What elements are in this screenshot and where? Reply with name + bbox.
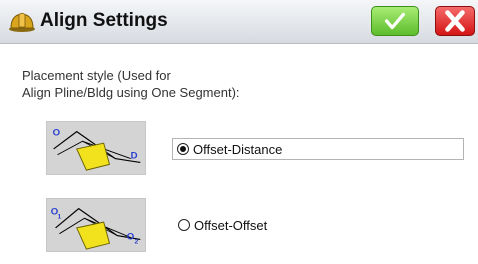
radio-offset-distance[interactable] xyxy=(177,143,189,155)
offset-distance-diagram-icon[interactable]: O D xyxy=(46,121,146,175)
hardhat-icon xyxy=(8,8,36,36)
window-title: Align Settings xyxy=(40,10,168,31)
settings-content: Placement style (Used for Align Pline/Bl… xyxy=(0,44,478,264)
checkmark-icon xyxy=(384,12,406,30)
option-label: Offset-Distance xyxy=(193,141,283,157)
ok-button[interactable] xyxy=(371,6,419,36)
title-bar: Align Settings xyxy=(0,0,478,44)
diagram-label: 1 xyxy=(57,213,61,220)
placement-style-description: Placement style (Used for Align Pline/Bl… xyxy=(22,67,240,101)
option-offset-distance[interactable]: Offset-Distance xyxy=(172,138,464,160)
close-x-icon xyxy=(445,10,465,32)
intro-line-2: Align Pline/Bldg using One Segment): xyxy=(22,85,240,100)
close-button[interactable] xyxy=(435,6,475,36)
diagram-label: 2 xyxy=(135,238,139,245)
option-label: Offset-Offset xyxy=(194,217,268,233)
option-offset-offset[interactable]: Offset-Offset xyxy=(173,214,373,236)
radio-offset-offset[interactable] xyxy=(178,219,190,231)
diagram-label: O xyxy=(53,127,61,138)
offset-offset-diagram-icon[interactable]: O 1 O 2 xyxy=(46,198,146,252)
diagram-label: D xyxy=(131,151,138,162)
intro-line-1: Placement style (Used for xyxy=(22,68,171,83)
